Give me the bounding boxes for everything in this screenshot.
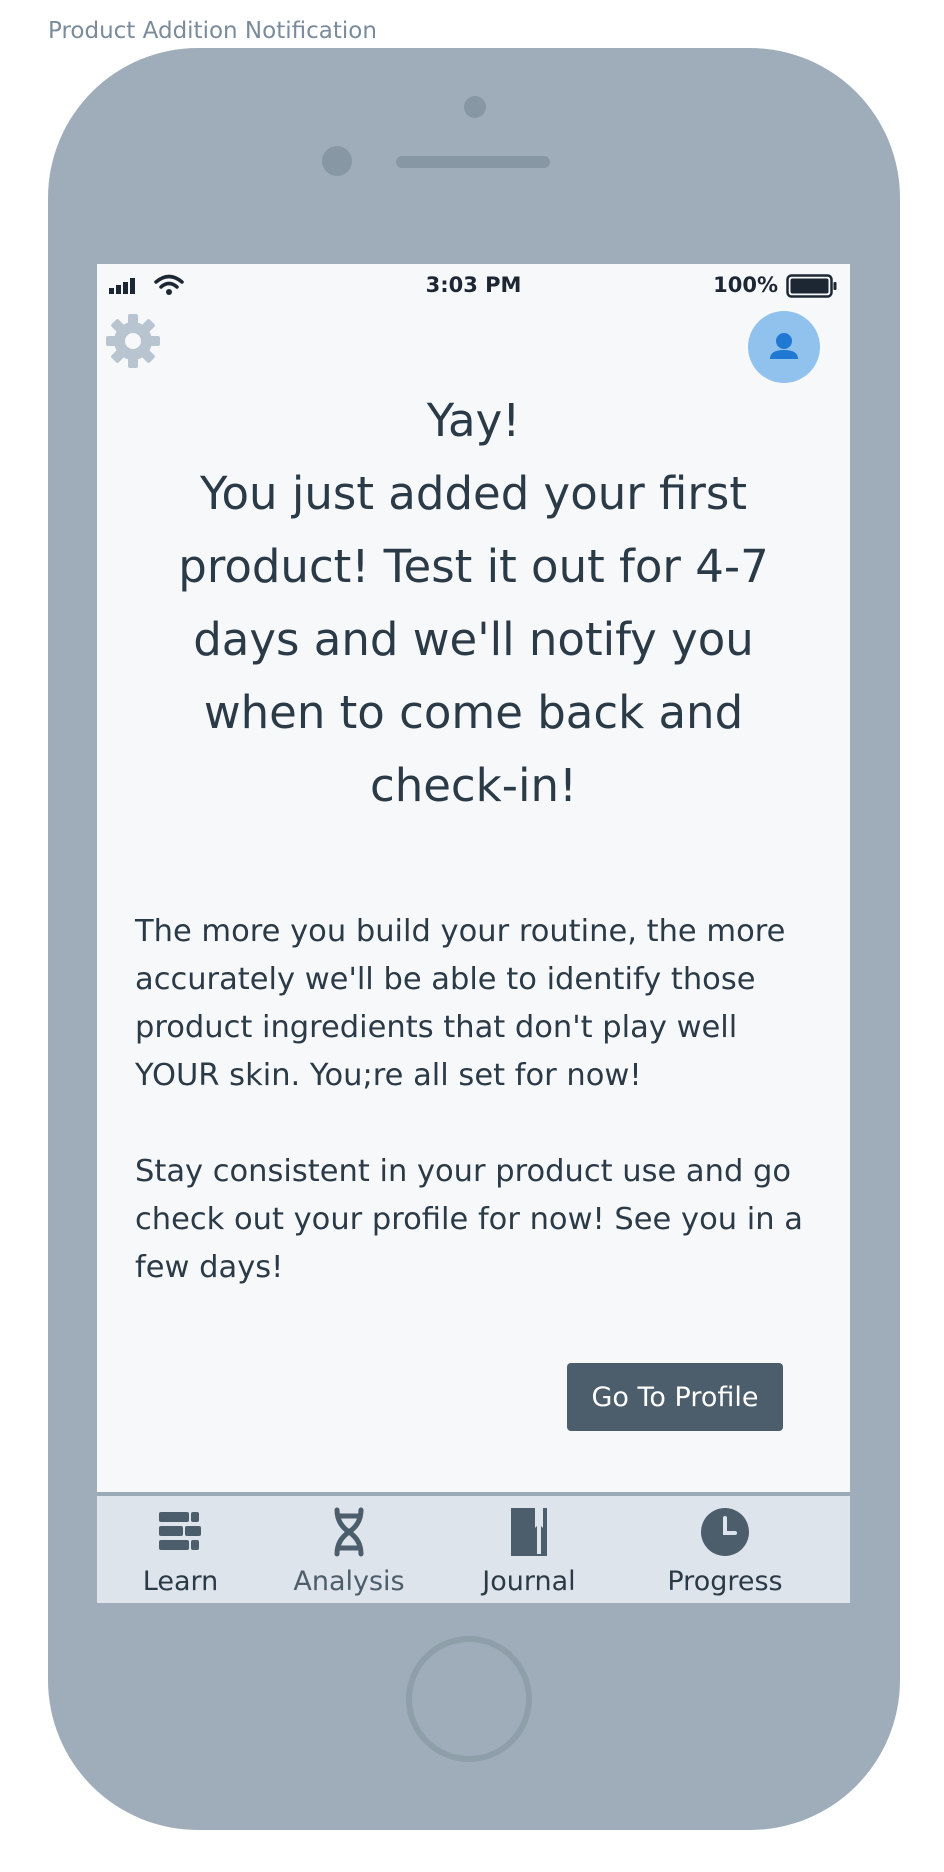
battery-percent: 100% bbox=[713, 273, 778, 297]
bottom-tab-bar: Learn Analysis Journal Progress bbox=[97, 1492, 850, 1603]
settings-button[interactable] bbox=[103, 311, 163, 371]
headline-yay: Yay! bbox=[426, 394, 521, 447]
status-bar: 3:03 PM 100% bbox=[97, 264, 850, 304]
screen: 3:03 PM 100% Yay! You just added your fi… bbox=[97, 264, 850, 1603]
tab-progress-label: Progress bbox=[667, 1566, 783, 1597]
profile-avatar-button[interactable] bbox=[748, 311, 820, 383]
tab-analysis-label: Analysis bbox=[293, 1566, 405, 1597]
gear-icon bbox=[106, 314, 160, 368]
info-paragraph-routine: The more you build your routine, the mor… bbox=[135, 914, 786, 1093]
page-title: Product Addition Notification bbox=[48, 18, 377, 44]
clock-icon bbox=[701, 1508, 749, 1556]
book-icon bbox=[511, 1508, 547, 1556]
tab-learn-label: Learn bbox=[142, 1566, 219, 1597]
tab-journal-label: Journal bbox=[482, 1566, 576, 1597]
list-icon bbox=[158, 1512, 201, 1550]
info-paragraph-consistent: Stay consistent in your product use and … bbox=[135, 1154, 803, 1285]
tab-progress[interactable]: Progress bbox=[629, 1496, 821, 1603]
speaker-grille bbox=[396, 156, 550, 168]
battery-icon bbox=[786, 274, 837, 298]
home-button[interactable] bbox=[406, 1636, 532, 1762]
dna-icon bbox=[334, 1507, 364, 1557]
front-camera bbox=[322, 146, 352, 176]
go-to-profile-button[interactable]: Go To Profile bbox=[567, 1363, 783, 1431]
user-icon bbox=[770, 333, 798, 359]
camera-dot bbox=[464, 96, 486, 118]
success-headline: Yay! You just added your first product! … bbox=[137, 384, 810, 822]
tab-learn[interactable]: Learn bbox=[97, 1496, 264, 1603]
tab-analysis[interactable]: Analysis bbox=[269, 1496, 429, 1603]
info-text: The more you build your routine, the mor… bbox=[135, 908, 825, 1340]
tab-journal[interactable]: Journal bbox=[434, 1496, 624, 1603]
headline-message: You just added your first product! Test … bbox=[178, 467, 769, 812]
phone-frame: 3:03 PM 100% Yay! You just added your fi… bbox=[48, 48, 900, 1830]
